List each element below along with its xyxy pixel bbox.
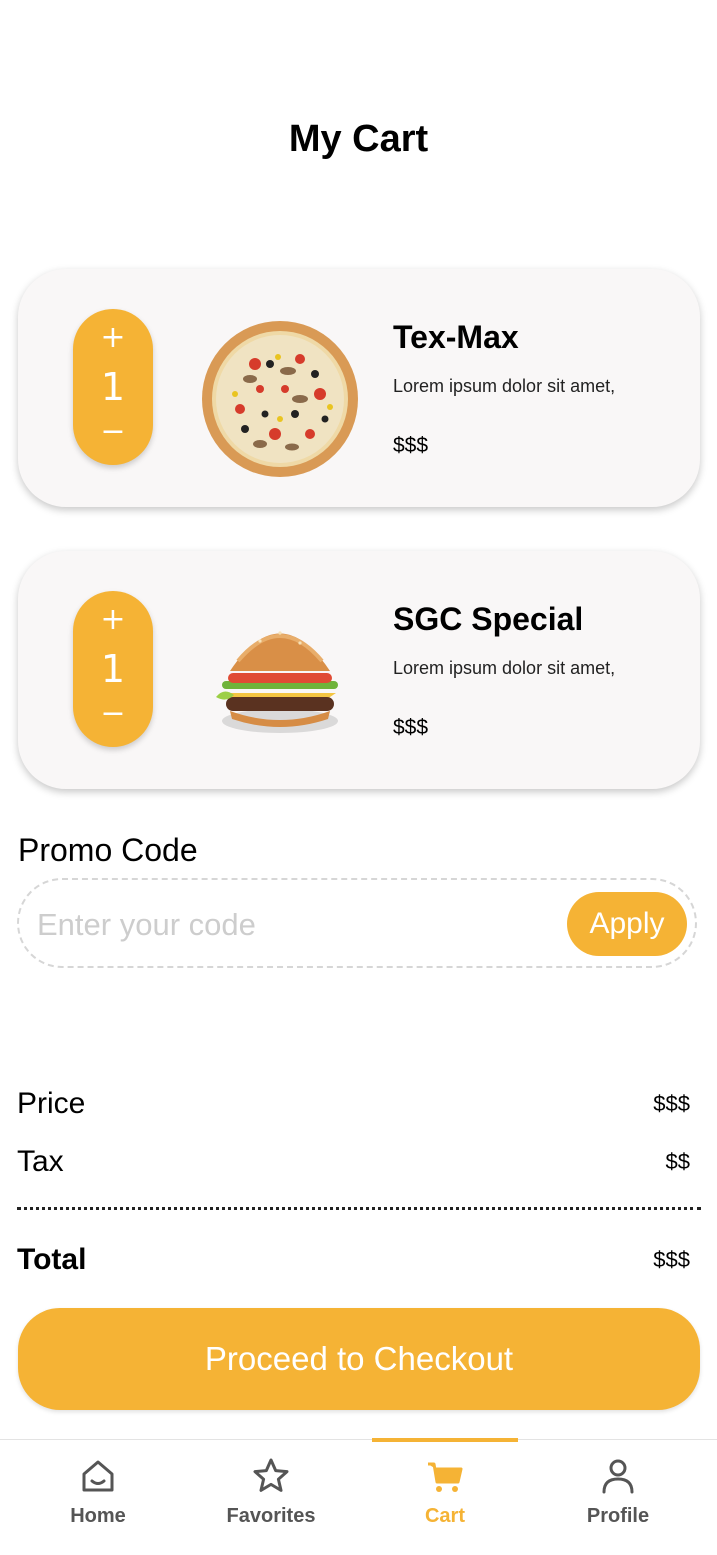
item-name: SGC Special [393, 601, 584, 637]
increment-button[interactable]: + [73, 603, 153, 637]
nav-home[interactable]: Home [23, 1440, 173, 1555]
summary-divider [17, 1207, 701, 1210]
nav-cart[interactable]: Cart [370, 1440, 520, 1555]
item-name: Tex-Max [393, 319, 519, 355]
promo-code-field: Apply [17, 878, 697, 968]
total-label: Total [17, 1243, 87, 1276]
item-price: $$$ [393, 716, 429, 739]
quantity-stepper: + 1 − [73, 309, 153, 465]
quantity-stepper: + 1 − [73, 591, 153, 747]
tax-value: $$ [665, 1149, 690, 1174]
quantity-value: 1 [100, 647, 126, 691]
item-description: Lorem ipsum dolor sit amet, [393, 658, 616, 678]
home-icon [82, 1460, 114, 1492]
promo-code-input[interactable] [35, 902, 539, 948]
item-description: Lorem ipsum dolor sit amet, [393, 376, 616, 396]
item-price: $$$ [393, 434, 429, 457]
burger-image [216, 631, 338, 733]
promo-code-label: Promo Code [18, 832, 198, 868]
star-icon [253, 1458, 289, 1492]
cart-item: + 1 − Tex-Max Lorem ipsum dolor sit amet… [18, 269, 700, 507]
decrement-button[interactable]: − [73, 697, 153, 731]
total-value: $$$ [653, 1247, 690, 1272]
quantity-value: 1 [100, 365, 126, 409]
nav-favorites-label: Favorites [226, 1505, 316, 1527]
pizza-image [202, 321, 358, 477]
nav-profile-label: Profile [586, 1505, 650, 1527]
profile-icon [602, 1459, 634, 1494]
nav-profile[interactable]: Profile [543, 1440, 693, 1555]
nav-home-label: Home [70, 1505, 126, 1527]
apply-button[interactable]: Apply [567, 892, 687, 956]
page-title: My Cart [288, 118, 429, 160]
price-value: $$$ [653, 1091, 690, 1116]
nav-cart-label: Cart [424, 1505, 465, 1527]
proceed-to-checkout-button[interactable]: Proceed to Checkout [18, 1308, 700, 1410]
cart-item: + 1 − SGC Special Lorem ipsum dolor sit … [18, 551, 700, 789]
price-label: Price [17, 1087, 86, 1120]
tax-label: Tax [17, 1145, 64, 1178]
increment-button[interactable]: + [73, 321, 153, 355]
bottom-nav: Home Favorites Cart Profile [0, 1438, 717, 1555]
nav-favorites[interactable]: Favorites [196, 1440, 346, 1555]
cart-icon [428, 1462, 463, 1492]
decrement-button[interactable]: − [73, 415, 153, 449]
